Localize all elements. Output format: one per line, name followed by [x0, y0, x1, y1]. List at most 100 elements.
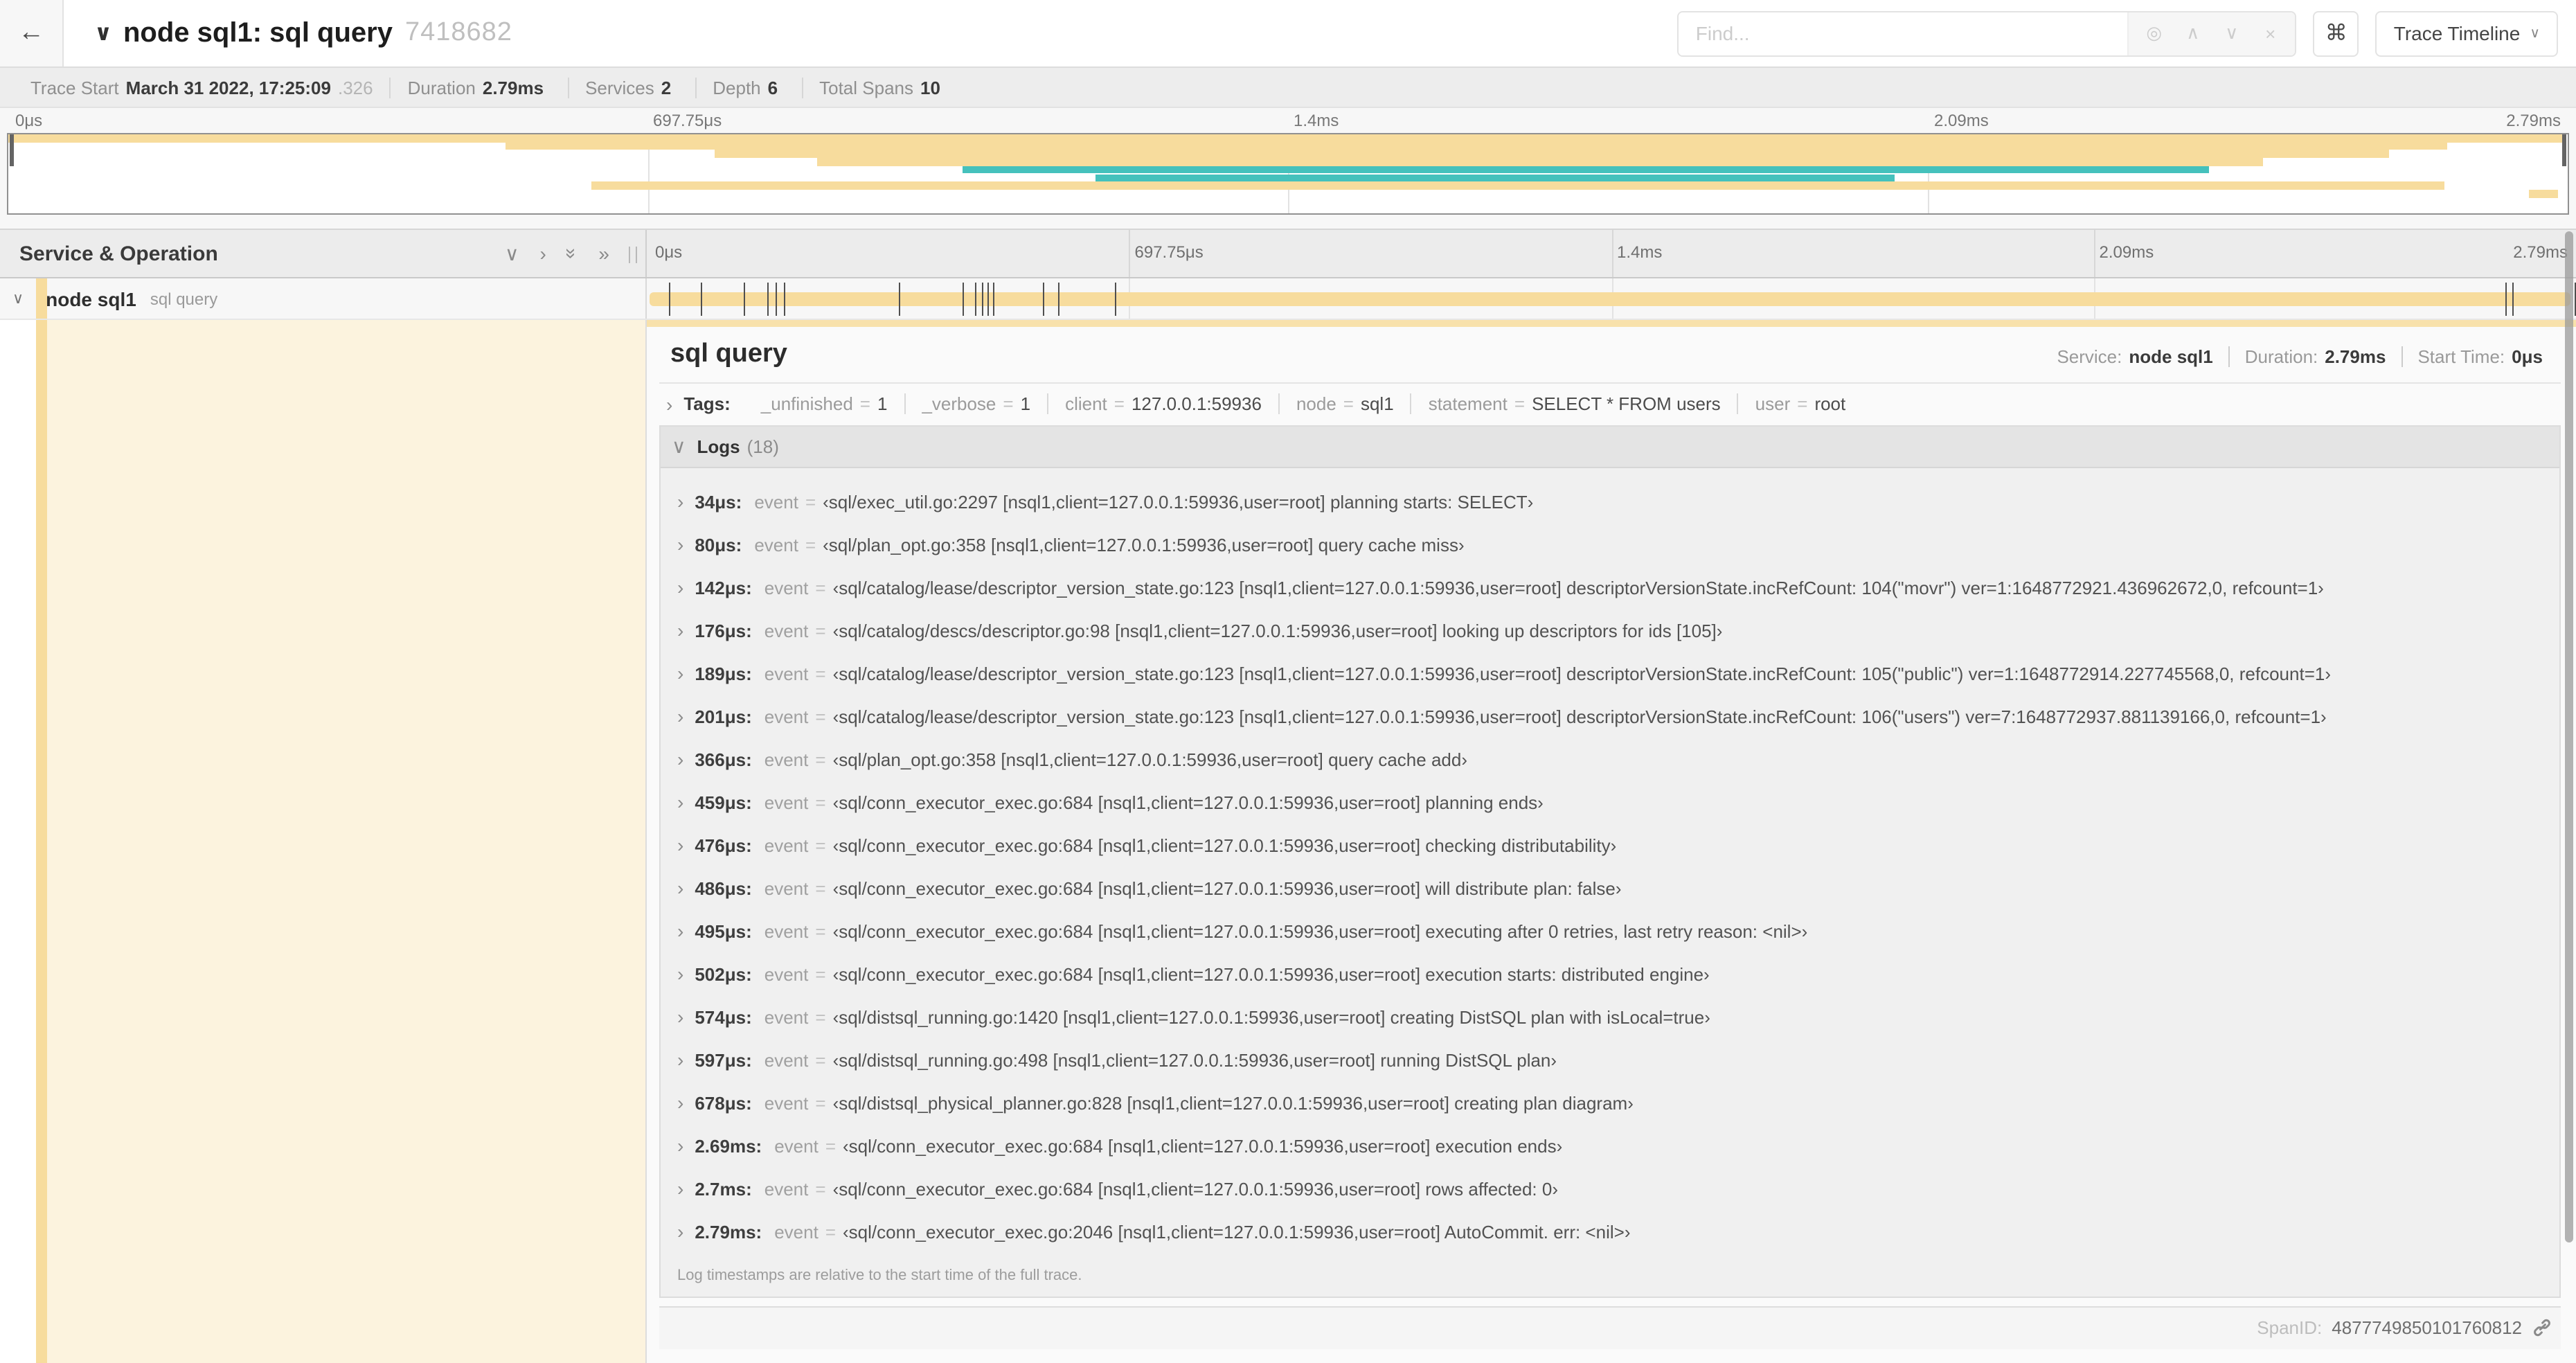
stat-label: Trace Start [30, 77, 119, 98]
log-entry[interactable]: › 495μs: event = ‹sql/conn_executor_exec… [661, 910, 2559, 953]
log-event-tick [776, 283, 778, 316]
log-entry[interactable]: › 34μs: event = ‹sql/exec_util.go:2297 [… [661, 481, 2559, 524]
log-equals: = [805, 491, 816, 513]
stat-value: March 31 2022, 17:25:09 [125, 77, 331, 98]
log-entry[interactable]: › 189μs: event = ‹sql/catalog/lease/desc… [661, 652, 2559, 695]
log-entry[interactable]: › 476μs: event = ‹sql/conn_executor_exec… [661, 824, 2559, 867]
minimap-right-scrubber[interactable] [2562, 134, 2566, 166]
tag-value: root [1814, 393, 1846, 415]
detail-divider [659, 382, 2561, 384]
log-entry[interactable]: › 2.7ms: event = ‹sql/conn_executor_exec… [661, 1168, 2559, 1211]
collapse-controls: ∨ › » » [505, 244, 645, 263]
span-row[interactable]: ∨ node sql1 sql query [0, 278, 2576, 320]
log-field-value: ‹sql/catalog/descs/descriptor.go:98 [nsq… [832, 620, 1723, 641]
expand-one-icon[interactable]: › [539, 244, 546, 263]
tag-key: node [1296, 393, 1336, 415]
trace-stat: Trace Start March 31 2022, 17:25:09 .326 [14, 77, 390, 98]
log-timestamp: 366μs: [695, 749, 752, 770]
logs-label: Logs [697, 436, 740, 457]
span-accent-bar [36, 320, 47, 1363]
meta-value: node sql1 [2129, 346, 2213, 367]
log-equals: = [815, 835, 826, 856]
log-field-key: event [764, 792, 809, 813]
log-equals: = [815, 749, 826, 770]
trace-view-selector[interactable]: Trace Timeline ∨ [2375, 10, 2558, 56]
keyboard-shortcuts-button[interactable]: ⌘ [2313, 10, 2359, 56]
collapse-all-icon[interactable]: » [562, 248, 584, 259]
log-field-value: ‹sql/plan_opt.go:358 [nsql1,client=127.0… [832, 749, 1467, 770]
log-entry[interactable]: › 142μs: event = ‹sql/catalog/lease/desc… [661, 567, 2559, 609]
trace-stats-bar: Trace Start March 31 2022, 17:25:09 .326… [0, 66, 2576, 108]
span-duration-bar[interactable] [650, 292, 2570, 306]
detail-meta-item: Service: node sql1 [2041, 346, 2228, 367]
log-entry[interactable]: › 459μs: event = ‹sql/conn_executor_exec… [661, 781, 2559, 824]
stat-value: 6 [767, 77, 778, 98]
log-entry[interactable]: › 80μs: event = ‹sql/plan_opt.go:358 [ns… [661, 524, 2559, 567]
log-entry[interactable]: › 678μs: event = ‹sql/distsql_physical_p… [661, 1082, 2559, 1125]
log-timestamp: 189μs: [695, 663, 752, 684]
minimap-tick-label: 697.75μs [653, 111, 722, 130]
span-children-toggle-icon[interactable]: ∨ [12, 289, 24, 308]
log-entry[interactable]: › 574μs: event = ‹sql/distsql_running.go… [661, 996, 2559, 1039]
find-input[interactable] [1679, 12, 2128, 55]
log-field-value: ‹sql/conn_executor_exec.go:684 [nsql1,cl… [832, 920, 1808, 942]
minimap-tick-label: 2.79ms [2506, 111, 2561, 130]
log-entry[interactable]: › 486μs: event = ‹sql/conn_executor_exec… [661, 867, 2559, 910]
chevron-right-icon: › [677, 576, 684, 599]
tag-item: node = sql1 [1278, 393, 1411, 415]
tag-key: _verbose [922, 393, 996, 415]
find-clear-icon[interactable]: × [2251, 13, 2290, 53]
trace-minimap: 0μs 697.75μs 1.4ms 2.09ms 2.79ms [0, 108, 2576, 229]
span-row-timeline[interactable] [647, 278, 2576, 319]
chevron-right-icon: › [677, 877, 684, 900]
find-prev-icon[interactable]: ∧ [2174, 13, 2212, 53]
log-entry[interactable]: › 176μs: event = ‹sql/catalog/descs/desc… [661, 609, 2559, 652]
log-equals: = [825, 1221, 836, 1242]
log-field-value: ‹sql/catalog/lease/descriptor_version_st… [832, 577, 2324, 598]
log-event-tick [992, 283, 994, 316]
minimap-left-scrubber[interactable] [10, 134, 14, 166]
log-event-tick [981, 283, 983, 316]
log-entry[interactable]: › 366μs: event = ‹sql/plan_opt.go:358 [n… [661, 738, 2559, 781]
log-event-tick [2512, 283, 2514, 316]
tag-list: _unfinished = 1 _verbose = 1 client = 12… [744, 393, 1862, 415]
log-field-value: ‹sql/distsql_physical_planner.go:828 [ns… [832, 1092, 1634, 1114]
span-row-name-column[interactable]: ∨ node sql1 sql query [0, 278, 647, 319]
tag-key: _unfinished [760, 393, 853, 415]
chevron-right-icon: › [666, 393, 673, 416]
log-field-key: event [764, 835, 809, 856]
vertical-scrollbar[interactable] [2565, 231, 2573, 1242]
ruler-tick-label: 0μs [655, 242, 683, 262]
trace-collapse-icon[interactable]: ∨ [94, 19, 112, 47]
log-equals: = [815, 1178, 826, 1200]
detail-operation-title: sql query [670, 339, 787, 368]
locate-icon[interactable]: ◎ [2135, 13, 2174, 53]
minimap-ruler: 0μs 697.75μs 1.4ms 2.09ms 2.79ms [7, 108, 2569, 133]
log-field-key: event [764, 963, 809, 985]
column-resizer[interactable] [629, 247, 637, 263]
chevron-down-icon: ∨ [2530, 26, 2540, 41]
tags-accordion[interactable]: › Tags: _unfinished = 1 _verbose = 1 cli… [659, 393, 2561, 416]
log-event-tick [963, 283, 965, 316]
log-field-value: ‹sql/exec_util.go:2297 [nsql1,client=127… [823, 491, 1534, 513]
tag-item: _unfinished = 1 [744, 394, 904, 415]
log-field-value: ‹sql/conn_executor_exec.go:2046 [nsql1,c… [843, 1221, 1631, 1242]
stat-value: 2 [661, 77, 672, 98]
log-entry[interactable]: › 2.69ms: event = ‹sql/conn_executor_exe… [661, 1125, 2559, 1168]
logs-header[interactable]: ∨ Logs (18) [661, 426, 2559, 468]
find-next-icon[interactable]: ∨ [2212, 13, 2251, 53]
trace-stat: Total Spans 10 [801, 77, 964, 98]
log-entry[interactable]: › 597μs: event = ‹sql/distsql_running.go… [661, 1039, 2559, 1082]
collapse-one-icon[interactable]: ∨ [505, 244, 519, 263]
minimap-canvas[interactable] [7, 133, 2569, 215]
link-icon[interactable] [2532, 1318, 2552, 1339]
tag-value: 1 [877, 393, 888, 415]
back-button[interactable]: ← [0, 0, 64, 66]
log-entry[interactable]: › 2.79ms: event = ‹sql/conn_executor_exe… [661, 1211, 2559, 1254]
log-entry[interactable]: › 201μs: event = ‹sql/catalog/lease/desc… [661, 695, 2559, 738]
expand-all-icon[interactable]: » [598, 244, 609, 263]
minimap-tick-label: 1.4ms [1294, 111, 1339, 130]
log-entry[interactable]: › 502μs: event = ‹sql/conn_executor_exec… [661, 953, 2559, 996]
log-timestamp: 502μs: [695, 963, 752, 985]
log-field-value: ‹sql/catalog/lease/descriptor_version_st… [832, 663, 2331, 684]
